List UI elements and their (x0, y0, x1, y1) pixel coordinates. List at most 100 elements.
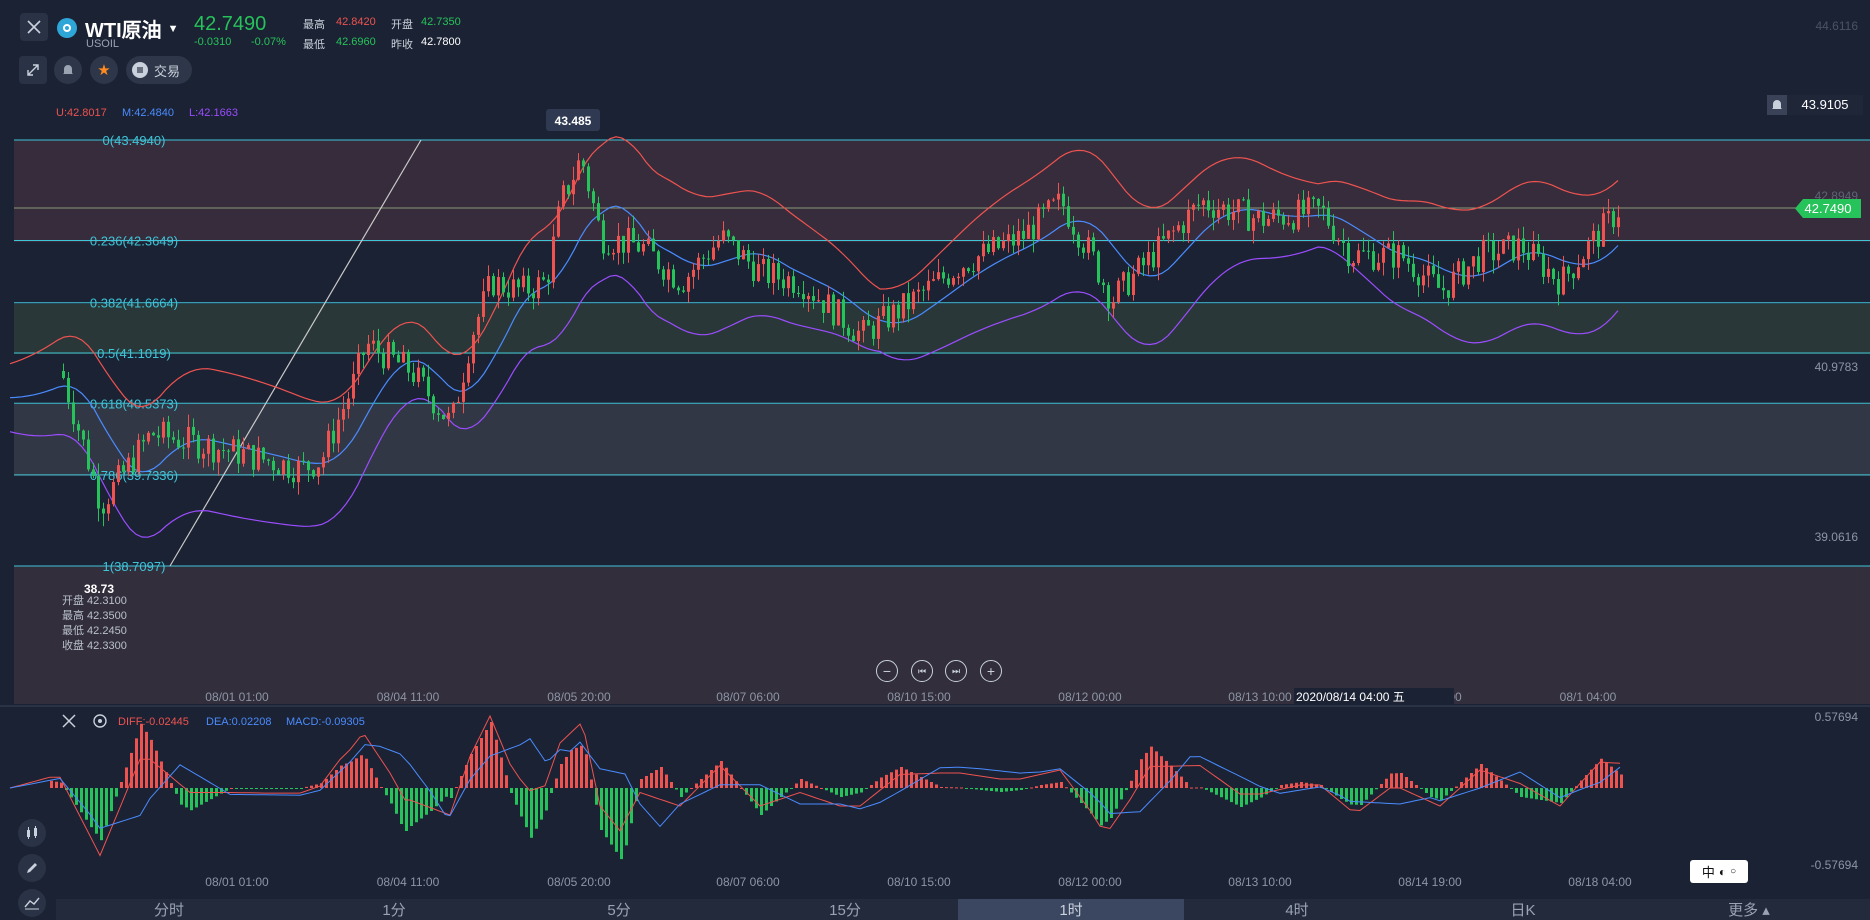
candle-body[interactable] (962, 268, 965, 277)
candle-body[interactable] (1422, 275, 1425, 286)
candle-body[interactable] (1512, 235, 1515, 261)
candle-body[interactable] (1227, 204, 1230, 221)
candle-body[interactable] (362, 352, 365, 356)
candle-body[interactable] (1552, 268, 1555, 280)
candle-body[interactable] (647, 238, 650, 245)
candle-body[interactable] (277, 470, 280, 475)
candle-body[interactable] (532, 293, 535, 299)
candle-body[interactable] (1007, 234, 1010, 242)
candle-body[interactable] (457, 401, 460, 404)
candle-body[interactable] (1367, 250, 1370, 252)
candle-body[interactable] (527, 275, 530, 294)
candle-body[interactable] (222, 450, 225, 452)
candle-body[interactable] (1342, 240, 1345, 243)
candle-body[interactable] (1417, 277, 1420, 286)
candle-body[interactable] (1287, 223, 1290, 225)
candle-body[interactable] (742, 249, 745, 260)
candle-body[interactable] (1097, 251, 1100, 283)
tab-2[interactable]: 5分 (506, 899, 732, 920)
candle-body[interactable] (1402, 245, 1405, 259)
candle-body[interactable] (942, 272, 945, 279)
candle-body[interactable] (717, 240, 720, 248)
candle-body[interactable] (877, 315, 880, 339)
candle-body[interactable] (1507, 235, 1510, 240)
candle-body[interactable] (1057, 193, 1060, 200)
candle-body[interactable] (1107, 285, 1110, 309)
candle-body[interactable] (1487, 239, 1490, 241)
candle-body[interactable] (432, 396, 435, 414)
candle-body[interactable] (727, 230, 730, 237)
candle-body[interactable] (1322, 205, 1325, 209)
candle-body[interactable] (87, 439, 90, 470)
favorite-button[interactable]: ★ (90, 56, 118, 84)
candle-body[interactable] (1077, 234, 1080, 248)
indicator-tool-button[interactable] (18, 819, 46, 847)
jump-end-button[interactable]: ⏭ (945, 660, 967, 682)
candle-body[interactable] (952, 278, 955, 285)
candle-body[interactable] (1137, 257, 1140, 274)
candle-body[interactable] (172, 437, 175, 440)
candle-body[interactable] (627, 228, 630, 253)
candle-body[interactable] (187, 426, 190, 448)
candle-body[interactable] (72, 402, 75, 425)
candle-body[interactable] (132, 457, 135, 473)
candle-body[interactable] (637, 242, 640, 252)
candle-body[interactable] (852, 335, 855, 341)
candle-body[interactable] (1272, 209, 1275, 219)
candle-body[interactable] (1037, 207, 1040, 240)
candle-body[interactable] (82, 430, 85, 440)
candle-body[interactable] (227, 450, 230, 452)
candle-body[interactable] (972, 271, 975, 273)
candle-body[interactable] (662, 269, 665, 280)
candle-body[interactable] (557, 206, 560, 237)
fullscreen-button[interactable] (19, 56, 47, 84)
candle-body[interactable] (1587, 241, 1590, 260)
tab-0[interactable]: 分时 (56, 899, 282, 920)
candle-body[interactable] (387, 342, 390, 369)
draw-tool-button[interactable] (18, 854, 46, 882)
candle-body[interactable] (892, 304, 895, 328)
candle-body[interactable] (1152, 251, 1155, 268)
candle-body[interactable] (167, 421, 170, 438)
candle-body[interactable] (1492, 240, 1495, 261)
candle-body[interactable] (1352, 263, 1355, 267)
candle-body[interactable] (737, 240, 740, 260)
candle-body[interactable] (1377, 262, 1380, 270)
tab-5[interactable]: 4时 (1184, 899, 1410, 920)
candle-body[interactable] (1307, 197, 1310, 215)
candle-body[interactable] (857, 330, 860, 341)
price-alert-tag[interactable]: 43.9105 (1767, 95, 1863, 115)
candle-body[interactable] (242, 449, 245, 464)
candle-body[interactable] (542, 277, 545, 280)
candle-body[interactable] (1577, 267, 1580, 279)
candle-body[interactable] (1397, 245, 1400, 268)
candle-body[interactable] (137, 439, 140, 473)
candle-body[interactable] (612, 252, 615, 255)
candle-body[interactable] (1477, 256, 1480, 273)
candle-body[interactable] (747, 249, 750, 262)
candle-body[interactable] (1597, 230, 1600, 247)
candle-body[interactable] (872, 325, 875, 339)
candle-body[interactable] (372, 340, 375, 344)
tab-1[interactable]: 1分 (281, 899, 507, 920)
candle-body[interactable] (1612, 211, 1615, 228)
candle-body[interactable] (202, 453, 205, 459)
candle-body[interactable] (152, 432, 155, 436)
candle-body[interactable] (882, 306, 885, 316)
candle-body[interactable] (967, 268, 970, 272)
candle-body[interactable] (757, 264, 760, 281)
candle-body[interactable] (127, 457, 130, 472)
candle-body[interactable] (1187, 209, 1190, 234)
candle-body[interactable] (582, 160, 585, 167)
candle-body[interactable] (332, 430, 335, 444)
candle-body[interactable] (1292, 223, 1295, 230)
candle-body[interactable] (1332, 225, 1335, 241)
candle-body[interactable] (322, 457, 325, 468)
candle-body[interactable] (492, 276, 495, 296)
candle-body[interactable] (1567, 266, 1570, 274)
candle-body[interactable] (482, 291, 485, 317)
candle-body[interactable] (807, 296, 810, 300)
candle-body[interactable] (1467, 266, 1470, 285)
candle-body[interactable] (1087, 237, 1090, 253)
candle-body[interactable] (762, 258, 765, 265)
